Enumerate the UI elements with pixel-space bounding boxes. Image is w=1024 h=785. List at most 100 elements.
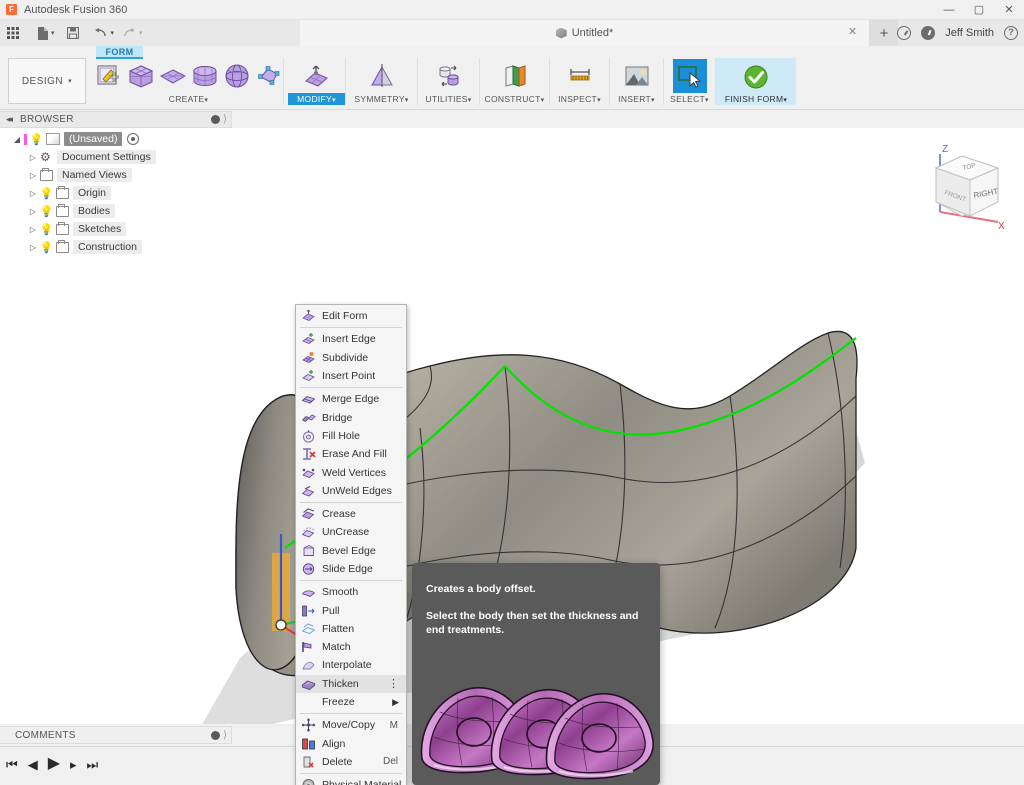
save-button[interactable] — [61, 20, 85, 46]
ribbon-group-symmetry-label[interactable]: SYMMETRY▾ — [346, 93, 417, 105]
menu-item-delete[interactable]: Delete Del — [296, 753, 406, 771]
construct-button[interactable] — [500, 61, 530, 93]
comments-header-controls[interactable]: ⟩ — [211, 730, 227, 741]
edit-form-button[interactable] — [302, 61, 332, 93]
sidebar-item-unsaved[interactable]: ◢ 💡 (Unsaved) — [0, 130, 232, 148]
disclosure-triangle-icon[interactable]: ▷ — [26, 243, 40, 252]
symmetry-button[interactable] — [367, 61, 397, 93]
undo-button[interactable] — [91, 20, 111, 46]
create-sketch-button[interactable] — [94, 61, 124, 93]
minimize-button[interactable]: — — [934, 0, 964, 20]
menu-item-flatten[interactable]: Flatten — [296, 620, 406, 638]
cylinder-button[interactable] — [190, 61, 220, 93]
menu-item-subdivide[interactable]: Subdivide — [296, 349, 406, 367]
timeline-go-end-button[interactable]: ⏭ — [87, 758, 99, 771]
browser-options-icon[interactable] — [211, 115, 220, 124]
browser-resize-handle[interactable]: ⟩ — [223, 114, 227, 125]
menu-item-move-copy[interactable]: Move/Copy M — [296, 716, 406, 734]
ribbon-group-utilities-label[interactable]: UTILITIES▾ — [418, 93, 479, 105]
ribbon-group-finish-form-label[interactable]: FINISH FORM▾ — [716, 93, 796, 105]
menu-item-insert-point[interactable]: Insert Point — [296, 367, 406, 385]
disclosure-triangle-icon[interactable]: ▷ — [26, 225, 40, 234]
app-grid-button[interactable] — [0, 20, 26, 46]
menu-item-match[interactable]: Match — [296, 638, 406, 656]
lightbulb-icon[interactable]: 💡 — [30, 133, 43, 146]
disclosure-triangle-icon[interactable]: ▷ — [26, 189, 40, 198]
menu-item-bridge[interactable]: Bridge — [296, 408, 406, 426]
redo-caret-icon[interactable]: ▾ — [139, 29, 143, 37]
view-cube[interactable]: Z X TOP FRONT RIGHT — [914, 136, 1010, 232]
disclosure-triangle-icon[interactable]: ▷ — [26, 207, 40, 216]
menu-item-weld-vertices[interactable]: Weld Vertices — [296, 463, 406, 481]
disclosure-triangle-icon[interactable]: ◢ — [10, 135, 24, 144]
plane-button[interactable] — [158, 61, 188, 93]
help-icon[interactable]: ? — [1004, 26, 1018, 40]
undo-caret-icon[interactable]: ▾ — [111, 29, 115, 37]
menu-item-unweld-edges[interactable]: UnWeld Edges — [296, 482, 406, 500]
menu-item-freeze[interactable]: Freeze ▶ — [296, 693, 406, 711]
ribbon-group-modify-label[interactable]: MODIFY▾ — [288, 93, 345, 105]
context-menu[interactable]: Edit Form Insert Edge Subdivide Insert P… — [295, 304, 407, 785]
timeline-play-button[interactable]: ▶ — [48, 756, 60, 772]
insert-button[interactable] — [622, 61, 652, 93]
document-tab[interactable]: Untitled* ✕ — [300, 20, 870, 46]
menu-item-slide-edge[interactable]: Slide Edge — [296, 560, 406, 578]
sidebar-item-sketches[interactable]: ▷ 💡 Sketches — [0, 220, 232, 238]
lightbulb-icon[interactable]: 💡 — [40, 205, 53, 218]
comments-options-icon[interactable] — [211, 731, 220, 740]
ribbon-group-construct-label[interactable]: CONSTRUCT▾ — [480, 93, 549, 105]
close-icon[interactable]: ✕ — [846, 26, 859, 39]
disclosure-triangle-icon[interactable]: ▷ — [26, 171, 40, 180]
account-username[interactable]: Jeff Smith — [945, 27, 994, 39]
new-file-caret-icon[interactable]: ▾ — [51, 29, 55, 37]
menu-item-physical-material[interactable]: Physical Material — [296, 776, 406, 785]
sidebar-item-construction[interactable]: ▷ 💡 Construction — [0, 238, 232, 256]
menu-item-erase-and-fill[interactable]: Erase And Fill — [296, 445, 406, 463]
utilities-button[interactable] — [434, 61, 464, 93]
sidebar-item-bodies[interactable]: ▷ 💡 Bodies — [0, 202, 232, 220]
overflow-dots-icon[interactable]: ⋮ — [388, 679, 399, 689]
sidebar-item-document-settings[interactable]: ▷ ⚙ Document Settings — [0, 148, 232, 166]
comments-resize-handle[interactable]: ⟩ — [223, 730, 227, 741]
new-file-button[interactable] — [31, 20, 53, 46]
lightbulb-icon[interactable]: 💡 — [40, 187, 53, 200]
sidebar-item-origin[interactable]: ▷ 💡 Origin — [0, 184, 232, 202]
inspect-button[interactable] — [565, 61, 595, 93]
activate-component-radio[interactable] — [127, 133, 139, 145]
lightbulb-icon[interactable]: 💡 — [40, 223, 53, 236]
select-button[interactable] — [673, 59, 707, 93]
lightbulb-icon[interactable]: 💡 — [40, 241, 53, 254]
timeline-step-back-button[interactable]: ◀ — [28, 758, 38, 771]
menu-item-fill-hole[interactable]: Fill Hole — [296, 427, 406, 445]
redo-button[interactable] — [119, 20, 139, 46]
maximize-button[interactable]: ▢ — [964, 0, 994, 20]
workspace-selector[interactable]: DESIGN ▾ — [8, 58, 86, 104]
job-status-icon[interactable] — [897, 26, 911, 40]
disclosure-triangle-icon[interactable]: ▷ — [26, 153, 40, 162]
menu-item-smooth[interactable]: Smooth — [296, 583, 406, 601]
ribbon-group-select-label[interactable]: SELECT▾ — [664, 93, 715, 105]
ribbon-group-create-label[interactable]: CREATE▾ — [94, 93, 283, 105]
menu-item-crease[interactable]: Crease — [296, 505, 406, 523]
menu-item-thicken[interactable]: Thicken ⋮ — [296, 675, 406, 693]
timeline-step-forward-button[interactable]: ▸ — [70, 758, 77, 771]
menu-item-insert-edge[interactable]: Insert Edge — [296, 330, 406, 348]
ribbon-group-insert-label[interactable]: INSERT▾ — [610, 93, 663, 105]
finish-form-button[interactable] — [741, 61, 771, 93]
timeline-go-start-button[interactable]: ⏮ — [6, 758, 18, 771]
collapse-browser-icon[interactable]: ◂◂ — [6, 114, 11, 125]
menu-item-pull[interactable]: Pull — [296, 601, 406, 619]
menu-item-merge-edge[interactable]: Merge Edge — [296, 390, 406, 408]
menu-item-interpolate[interactable]: Interpolate — [296, 656, 406, 674]
quadball-button[interactable] — [254, 61, 284, 93]
menu-item-align[interactable]: Align — [296, 735, 406, 753]
ribbon-group-inspect-label[interactable]: INSPECT▾ — [550, 93, 609, 105]
box-button[interactable] — [126, 61, 156, 93]
menu-item-bevel-edge[interactable]: Bevel Edge — [296, 542, 406, 560]
sphere-button[interactable] — [222, 61, 252, 93]
sidebar-item-named-views[interactable]: ▷ Named Views — [0, 166, 232, 184]
new-tab-button[interactable]: + — [870, 20, 898, 46]
close-button[interactable]: ✕ — [994, 0, 1024, 20]
menu-item-uncrease[interactable]: UnCrease — [296, 523, 406, 541]
browser-header-controls[interactable]: ⟩ — [211, 114, 227, 125]
